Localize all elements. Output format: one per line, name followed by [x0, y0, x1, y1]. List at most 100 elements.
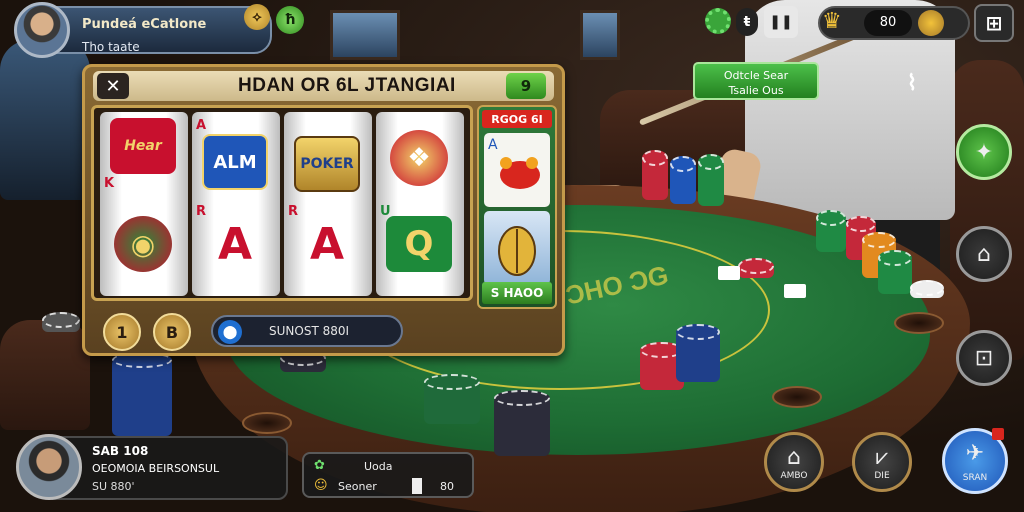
chat-value: 80 [440, 480, 454, 493]
slot-machine-panel: ✕ HDAN OR 6L JTANGIAI 9 Hear K ◉ A ALM R… [82, 64, 565, 356]
bet-text: SUNOST 880I [269, 324, 350, 338]
player-sub: SU 880' [92, 480, 135, 493]
stool [0, 320, 90, 430]
home-button[interactable]: ⌂ [956, 226, 1012, 282]
promo-line-2: Tsalie Ous [728, 84, 784, 97]
cup-holder [242, 412, 292, 434]
chip-stack [112, 352, 172, 436]
reel-1[interactable]: Hear K ◉ [100, 112, 188, 296]
reel-symbol-top: ALM [202, 134, 268, 190]
profile-avatar[interactable] [14, 2, 70, 58]
profile-name: Pundeá eCatlone [82, 17, 207, 32]
slot-controls: 1 B ⬤ SUNOST 880I [95, 311, 552, 351]
reel-3[interactable]: POKER R A [284, 112, 372, 296]
emoji-icon: ☺ [314, 478, 328, 493]
close-button[interactable]: ✕ [97, 73, 129, 99]
card-corner: K [104, 176, 115, 191]
bonus-card-crab: A [484, 133, 550, 207]
reel-2[interactable]: A ALM R A [192, 112, 280, 296]
bird-icon: ✈ [965, 441, 985, 466]
home-icon: ⌂ [787, 445, 801, 470]
player-name: OEOMOIA BEIRSONSUL [92, 462, 220, 475]
shield-button[interactable]: ✦ [956, 124, 1012, 180]
coin-balance[interactable]: ♛ 80 [818, 6, 970, 40]
chat-line-1: Uoda [364, 460, 393, 473]
profile-bar[interactable]: Pundeá eCatlone Tho taate [52, 6, 272, 54]
bonus-footer: S HAOO [482, 282, 552, 304]
chat-box[interactable]: ✿ Uoda ☺ Seoner 80 [302, 452, 474, 498]
info-button[interactable]: ŧ [736, 8, 758, 36]
reel-symbol-mid: A [217, 218, 253, 270]
promo-button[interactable]: Odtcle Sear Tsalie Ous [693, 62, 819, 100]
chip-stack [910, 280, 944, 298]
reel-symbol-top: Hear [110, 118, 176, 174]
cup-holder [772, 386, 822, 408]
reel-symbol-mid: A [309, 218, 345, 270]
close-icon: ✕ [105, 75, 121, 97]
lock-button[interactable]: ⊡ [956, 330, 1012, 386]
lock-icon: ⊡ [974, 345, 994, 371]
chip-stack [642, 150, 668, 200]
tv-screen [0, 40, 90, 200]
player-badge: SAB 108 [92, 444, 149, 458]
chat-line-2: Seoner [338, 480, 377, 493]
svg-text:A: A [488, 137, 498, 153]
cue-tool-icon[interactable]: ⌇ [892, 66, 932, 100]
action-check-button[interactable]: ⩗ DIE [852, 432, 912, 492]
slot-level-badge[interactable]: 9 [506, 73, 546, 99]
playing-card [784, 284, 806, 298]
grid-icon: ⊞ [985, 11, 1003, 35]
coin-button-2[interactable]: B [153, 313, 191, 351]
chip-stack [738, 258, 774, 278]
profile-subtitle: Tho taate [82, 40, 140, 54]
info-icon: ŧ [743, 14, 751, 30]
chip-stack [816, 210, 846, 252]
coin-count: 80 [864, 10, 912, 36]
chip-stack [676, 324, 720, 382]
player-avatar[interactable] [16, 434, 82, 500]
bonus-side-panel[interactable]: RGOG 6I A S HAOO [477, 105, 557, 309]
notification-dot [992, 428, 1004, 440]
action-home-button[interactable]: ⌂ AMBO [764, 432, 824, 492]
card-corner: A [196, 118, 207, 133]
star-button[interactable]: ⟡ [244, 4, 270, 30]
reels-frame: Hear K ◉ A ALM R A POKER R A ❖ U Q [91, 105, 473, 301]
wall-screen [330, 10, 400, 60]
crown-icon: ♛ [822, 9, 842, 34]
chip-stack [698, 154, 724, 206]
bonus-card-beetle [484, 211, 550, 285]
home-icon: ⌂ [977, 241, 991, 267]
settings-gear-icon[interactable] [705, 8, 731, 34]
pause-button[interactable]: ❚❚ [764, 6, 798, 38]
action-label: AMBO [780, 471, 808, 481]
phone-icon [412, 478, 422, 494]
reel-symbol-top: ❖ [390, 130, 448, 186]
chip-stack [280, 350, 326, 372]
reel-symbol-top: POKER [294, 136, 360, 192]
chip-stack [494, 390, 550, 456]
level-button[interactable]: ħ [276, 6, 304, 34]
level-icon: ħ [284, 12, 296, 28]
slot-title: HDAN OR 6L JTANGIAI [238, 75, 456, 96]
crab-icon: A [488, 137, 540, 189]
star-icon: ⟡ [252, 9, 262, 25]
action-label: SRAN [962, 473, 988, 483]
playing-card [718, 266, 740, 280]
wall-screen [580, 10, 620, 60]
menu-grid-button[interactable]: ⊞ [974, 4, 1014, 42]
promo-line-1: Odtcle Sear [723, 69, 789, 82]
chip-stack [670, 156, 696, 204]
beetle-icon [498, 226, 536, 276]
reel-4[interactable]: ❖ U Q [376, 112, 464, 296]
bet-display[interactable]: ⬤ SUNOST 880I [211, 315, 403, 347]
chip-stack [42, 312, 80, 332]
slot-title-bar: ✕ HDAN OR 6L JTANGIAI 9 [93, 71, 554, 101]
reel-symbol-mid: Q [386, 216, 452, 272]
chip-stack [424, 374, 480, 424]
coin-button-1[interactable]: 1 [103, 313, 141, 351]
chat-icon: ✿ [314, 458, 325, 473]
shield-icon: ✦ [974, 139, 994, 165]
check-icon: ⩗ [875, 445, 889, 470]
action-label: DIE [874, 471, 890, 481]
chip-icon: ⬤ [218, 320, 242, 344]
